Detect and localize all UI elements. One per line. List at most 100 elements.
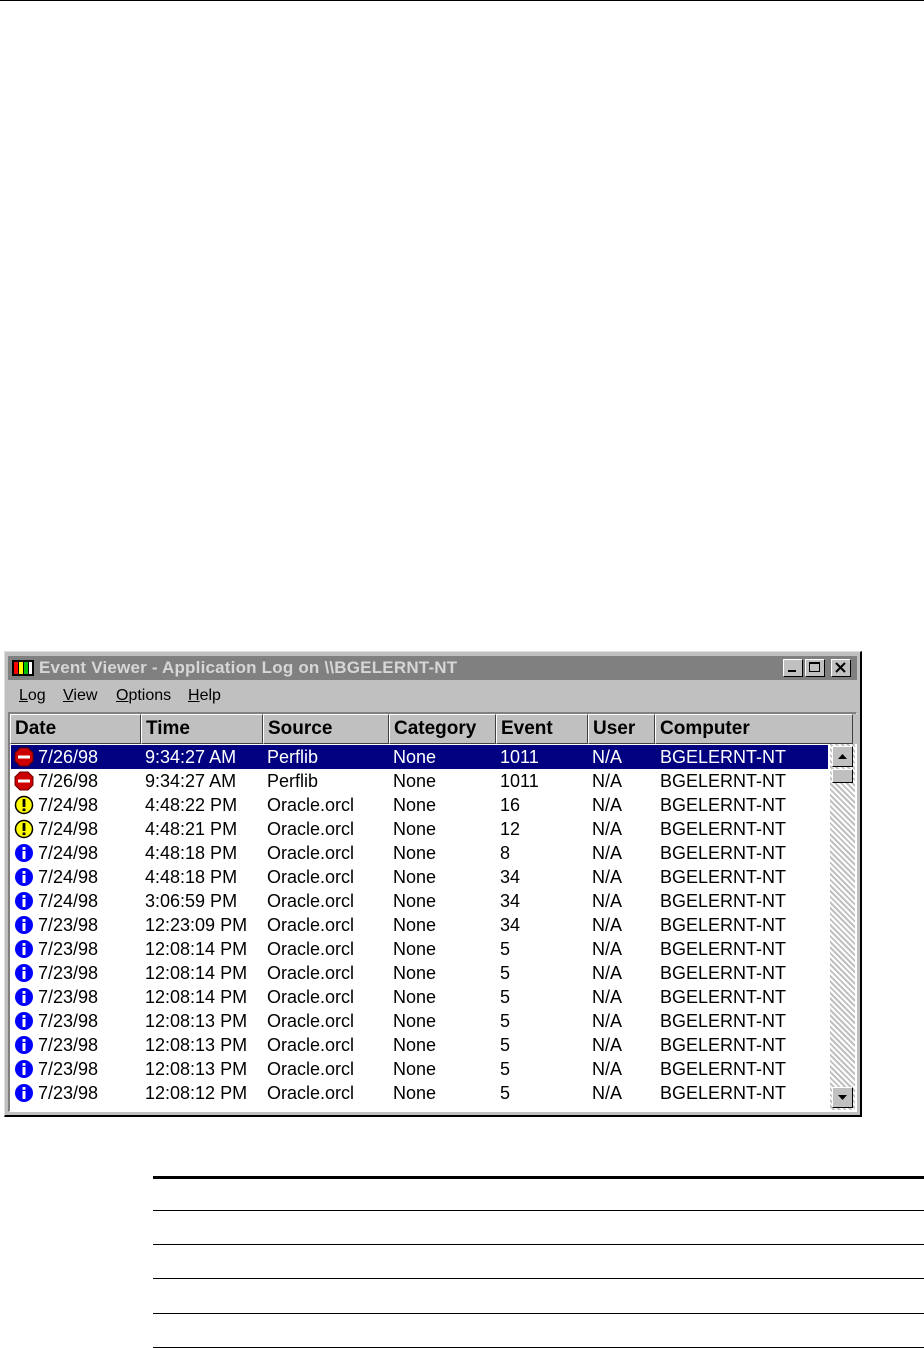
table-row[interactable]: 7/24/98 3:06:59 PM Oracle.orcl None 34 N/A BGE… [10, 889, 830, 913]
warning-icon [14, 795, 34, 815]
cell-date: 7/26/98 [38, 747, 99, 767]
menu-options-label: ptions [128, 687, 172, 704]
table-row[interactable]: 7/23/98 12:08:13 PM Oracle.orcl None 5 N/A BGE… [10, 1009, 830, 1033]
cell-category: None [393, 1059, 437, 1079]
cell-time: 12:08:13 PM [145, 1059, 248, 1079]
cell-source: Oracle.orcl [267, 795, 355, 815]
cell-event: 1011 [500, 747, 539, 767]
cell-event: 16 [500, 795, 521, 815]
cell-category: None [393, 891, 437, 911]
cell-event: 12 [500, 819, 521, 839]
cell-source: Oracle.orcl [267, 1083, 355, 1103]
maximize-button[interactable] [805, 659, 825, 677]
scroll-down-button[interactable] [832, 1087, 853, 1108]
information-icon [15, 916, 33, 934]
table-row[interactable]: 7/24/98 4:48:22 PM Oracle.orcl None 16 N/A BGE… [10, 793, 830, 817]
cell-user: N/A [592, 1011, 623, 1031]
event-list[interactable]: Date Time Source Category Event User Com… [8, 712, 857, 1112]
column-header-time[interactable]: Time [141, 714, 263, 744]
cell-date: 7/23/98 [38, 1059, 99, 1079]
table-row[interactable]: 7/23/98 12:08:12 PM Oracle.orcl None 5 N/A BGE… [10, 1081, 830, 1105]
menu-options-accelerator: O [116, 687, 129, 704]
cell-user: N/A [592, 939, 623, 959]
close-icon [835, 662, 846, 673]
cell-user: N/A [592, 843, 623, 863]
menu-options[interactable]: Options [116, 687, 171, 705]
table-row[interactable]: 7/24/98 4:48:18 PM Oracle.orcl None 8 N/A BGEL… [10, 841, 830, 865]
cell-event: 5 [500, 939, 511, 959]
table-row[interactable]: 7/23/98 12:08:14 PM Oracle.orcl None 5 N/A BGE… [10, 937, 830, 961]
cell-category: None [393, 987, 437, 1007]
maximize-icon [809, 662, 820, 672]
column-header-event[interactable]: Event [496, 714, 588, 744]
menu-log[interactable]: Log [19, 687, 46, 705]
information-icon [15, 1036, 33, 1054]
cell-event: 5 [500, 1035, 511, 1055]
cell-time: 3:06:59 PM [145, 891, 238, 911]
vertical-scrollbar[interactable] [830, 744, 855, 1110]
table-rule-3 [153, 1278, 924, 1279]
information-icon [15, 1012, 33, 1030]
close-button[interactable] [831, 659, 851, 677]
menu-view[interactable]: View [63, 687, 97, 705]
cell-event: 5 [500, 1059, 511, 1079]
cell-event: 34 [500, 915, 521, 935]
title-bar[interactable]: Event Viewer - Application Log on \\BGEL… [8, 656, 857, 680]
cell-source: Perflib [267, 771, 319, 791]
table-row[interactable]: 7/23/98 12:23:09 PM Oracle.orcl None 34 N/A BG… [10, 913, 830, 937]
cell-event: 5 [500, 987, 511, 1007]
column-header-date[interactable]: Date [10, 714, 141, 744]
scrollbar-thumb[interactable] [832, 769, 853, 783]
table-row[interactable]: 7/24/98 4:48:21 PM Oracle.orcl None 12 N/A BGE… [10, 817, 830, 841]
cell-source: Oracle.orcl [267, 843, 355, 863]
column-header-source[interactable]: Source [263, 714, 389, 744]
column-header-computer[interactable]: Computer [655, 714, 853, 744]
header-filler [853, 714, 857, 744]
scrollbar-track[interactable] [830, 744, 855, 1110]
cell-time: 12:08:13 PM [145, 1011, 248, 1031]
page-top-rule [0, 0, 924, 1]
table-row[interactable]: 7/23/98 12:08:14 PM Oracle.orcl None 5 N/A BGE… [10, 985, 830, 1009]
table-row[interactable]: 7/23/98 12:08:14 PM Oracle.orcl None 5 N/A BGE… [10, 961, 830, 985]
menu-help-label: elp [199, 687, 221, 704]
cell-source: Oracle.orcl [267, 891, 355, 911]
cell-date: 7/23/98 [38, 1035, 99, 1055]
cell-category: None [393, 939, 437, 959]
cell-computer: BGELERNT-NT [660, 771, 787, 791]
table-row[interactable]: 7/23/98 12:08:13 PM Oracle.orcl None 5 N/A BGE… [10, 1057, 830, 1081]
cell-computer: BGELERNT-NT [660, 819, 787, 839]
cell-user: N/A [592, 771, 623, 791]
cell-computer: BGELERNT-NT [660, 795, 787, 815]
cell-time: 12:08:14 PM [145, 963, 248, 983]
cell-category: None [393, 771, 437, 791]
minimize-button[interactable] [783, 659, 803, 677]
table-row[interactable]: 7/26/98 9:34:27 AM Perflib None 1011 N/A BGELE… [10, 769, 830, 793]
scroll-down-arrow-icon [838, 1095, 847, 1100]
table-row-selected[interactable]: 7/26/98 9:34:27 AM Perflib None 1011 N/A BGELE… [10, 745, 830, 769]
information-icon [15, 1084, 33, 1102]
cell-event: 5 [500, 1083, 511, 1103]
cell-time: 4:48:22 PM [145, 795, 238, 815]
column-header-category[interactable]: Category [389, 714, 496, 744]
menu-help[interactable]: Help [188, 687, 221, 705]
table-row[interactable]: 7/24/98 4:48:18 PM Oracle.orcl None 34 N/A BGE… [10, 865, 830, 889]
cell-user: N/A [592, 987, 623, 1007]
information-icon [15, 940, 33, 958]
cell-user: N/A [592, 963, 623, 983]
information-icon [15, 844, 33, 862]
cell-event: 5 [500, 1011, 511, 1031]
event-viewer-window: Event Viewer - Application Log on \\BGEL… [4, 651, 862, 1117]
cell-time: 12:08:12 PM [145, 1083, 248, 1103]
menu-bar: Log View Options Help [8, 684, 857, 708]
cell-computer: BGELERNT-NT [660, 891, 787, 911]
scroll-up-button[interactable] [832, 746, 853, 767]
cell-user: N/A [592, 795, 623, 815]
cell-date: 7/23/98 [38, 963, 99, 983]
table-rule-2 [153, 1244, 924, 1245]
cell-date: 7/23/98 [38, 915, 99, 935]
column-header-user[interactable]: User [588, 714, 655, 744]
information-icon [15, 1060, 33, 1078]
table-row[interactable]: 7/23/98 12:08:13 PM Oracle.orcl None 5 N/A BGE… [10, 1033, 830, 1057]
cell-event: 8 [500, 843, 511, 863]
cell-time: 12:08:14 PM [145, 939, 248, 959]
